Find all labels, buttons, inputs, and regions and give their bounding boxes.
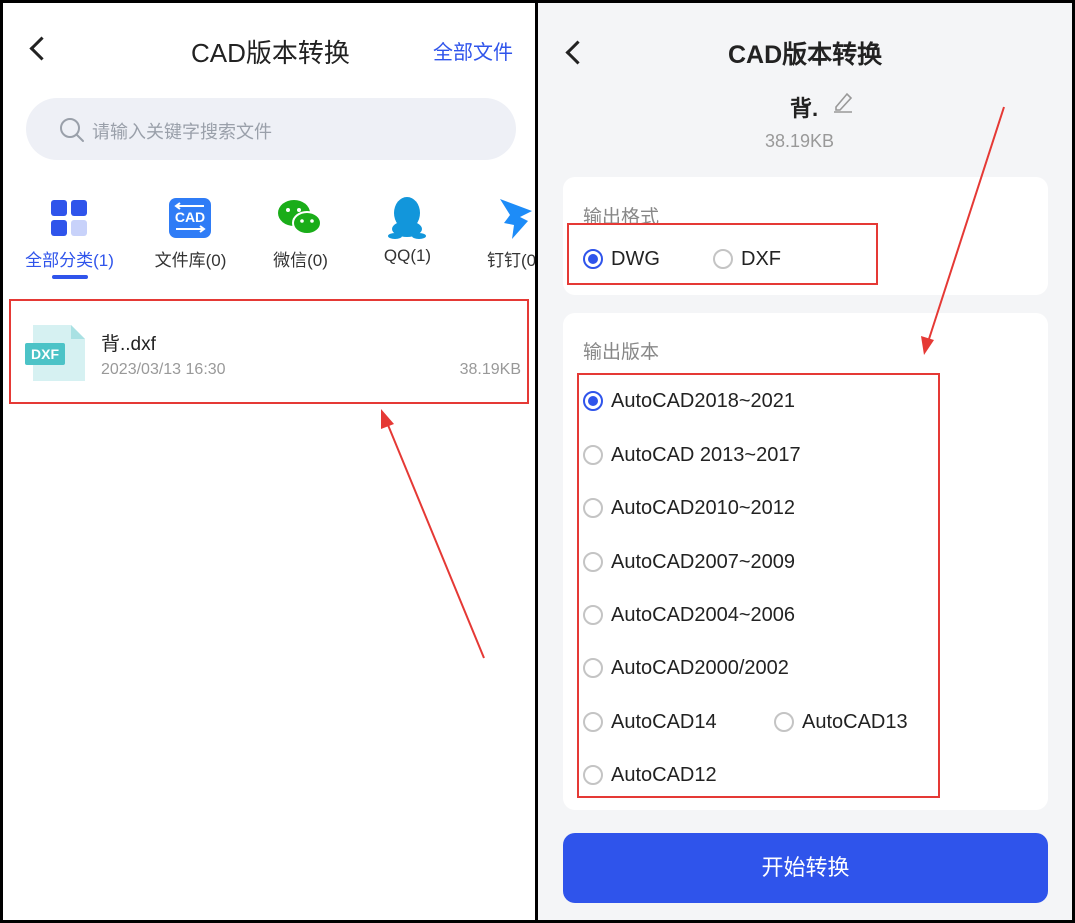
annotation-arrow xyxy=(921,106,1005,355)
annotation-arrow xyxy=(381,409,485,659)
left-screen: CAD版本转换 全部文件 请输入关键字搜索文件 全部分类(1) CAD 文件库(… xyxy=(0,0,538,923)
right-screen: CAD版本转换 背. 38.19KB 输出格式 DWG DXF 输出版本 Aut… xyxy=(535,0,1075,923)
